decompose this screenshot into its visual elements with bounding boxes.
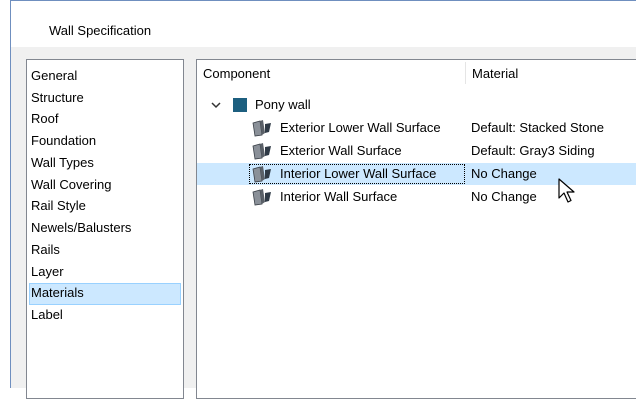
- nav-item-label[interactable]: Label: [29, 305, 181, 327]
- nav-item-rail-style[interactable]: Rail Style: [29, 196, 181, 218]
- tree-row-pony-wall[interactable]: Pony wall: [197, 94, 636, 116]
- column-header-component[interactable]: Component: [197, 60, 465, 88]
- component-name: Interior Wall Surface: [280, 189, 398, 204]
- mouse-pointer-icon: [558, 178, 580, 206]
- material-surface-icon: [252, 189, 272, 206]
- component-name: Exterior Lower Wall Surface: [280, 120, 441, 135]
- nav-item-materials[interactable]: Materials: [29, 283, 181, 305]
- wall-specification-dialog: Wall Specification General Structure Roo…: [10, 0, 636, 399]
- nav-item-roof[interactable]: Roof: [29, 109, 181, 131]
- nav-item-foundation[interactable]: Foundation: [29, 131, 181, 153]
- tree-root-label: Pony wall: [255, 97, 311, 112]
- component-name: Interior Lower Wall Surface: [280, 166, 437, 181]
- title-bar[interactable]: Wall Specification: [11, 1, 636, 47]
- nav-item-rails[interactable]: Rails: [29, 240, 181, 262]
- nav-item-wall-covering[interactable]: Wall Covering: [29, 175, 181, 197]
- category-list[interactable]: General Structure Roof Foundation Wall T…: [26, 59, 184, 399]
- nav-item-wall-types[interactable]: Wall Types: [29, 153, 181, 175]
- material-value[interactable]: No Change: [471, 186, 537, 208]
- material-value[interactable]: Default: Gray3 Siding: [471, 140, 595, 162]
- material-surface-icon: [252, 166, 272, 183]
- material-surface-icon: [252, 120, 272, 137]
- tree-row[interactable]: Exterior Wall Surface Default: Gray3 Sid…: [197, 140, 636, 162]
- materials-tree-table[interactable]: Component Material Pony wall Exterior Lo…: [196, 59, 636, 399]
- nav-item-general[interactable]: General: [29, 66, 181, 88]
- chevron-down-icon[interactable]: [209, 94, 223, 116]
- component-name: Exterior Wall Surface: [280, 143, 402, 158]
- dialog-title: Wall Specification: [49, 23, 152, 38]
- material-surface-icon: [252, 143, 272, 160]
- material-value[interactable]: No Change: [471, 163, 537, 185]
- nav-item-layer[interactable]: Layer: [29, 262, 181, 284]
- tree-row[interactable]: Exterior Lower Wall Surface Default: Sta…: [197, 117, 636, 139]
- wall-object-icon: [233, 98, 247, 112]
- column-header-material[interactable]: Material: [466, 60, 636, 88]
- material-value[interactable]: Default: Stacked Stone: [471, 117, 604, 139]
- nav-item-structure[interactable]: Structure: [29, 88, 181, 110]
- nav-item-newels-balusters[interactable]: Newels/Balusters: [29, 218, 181, 240]
